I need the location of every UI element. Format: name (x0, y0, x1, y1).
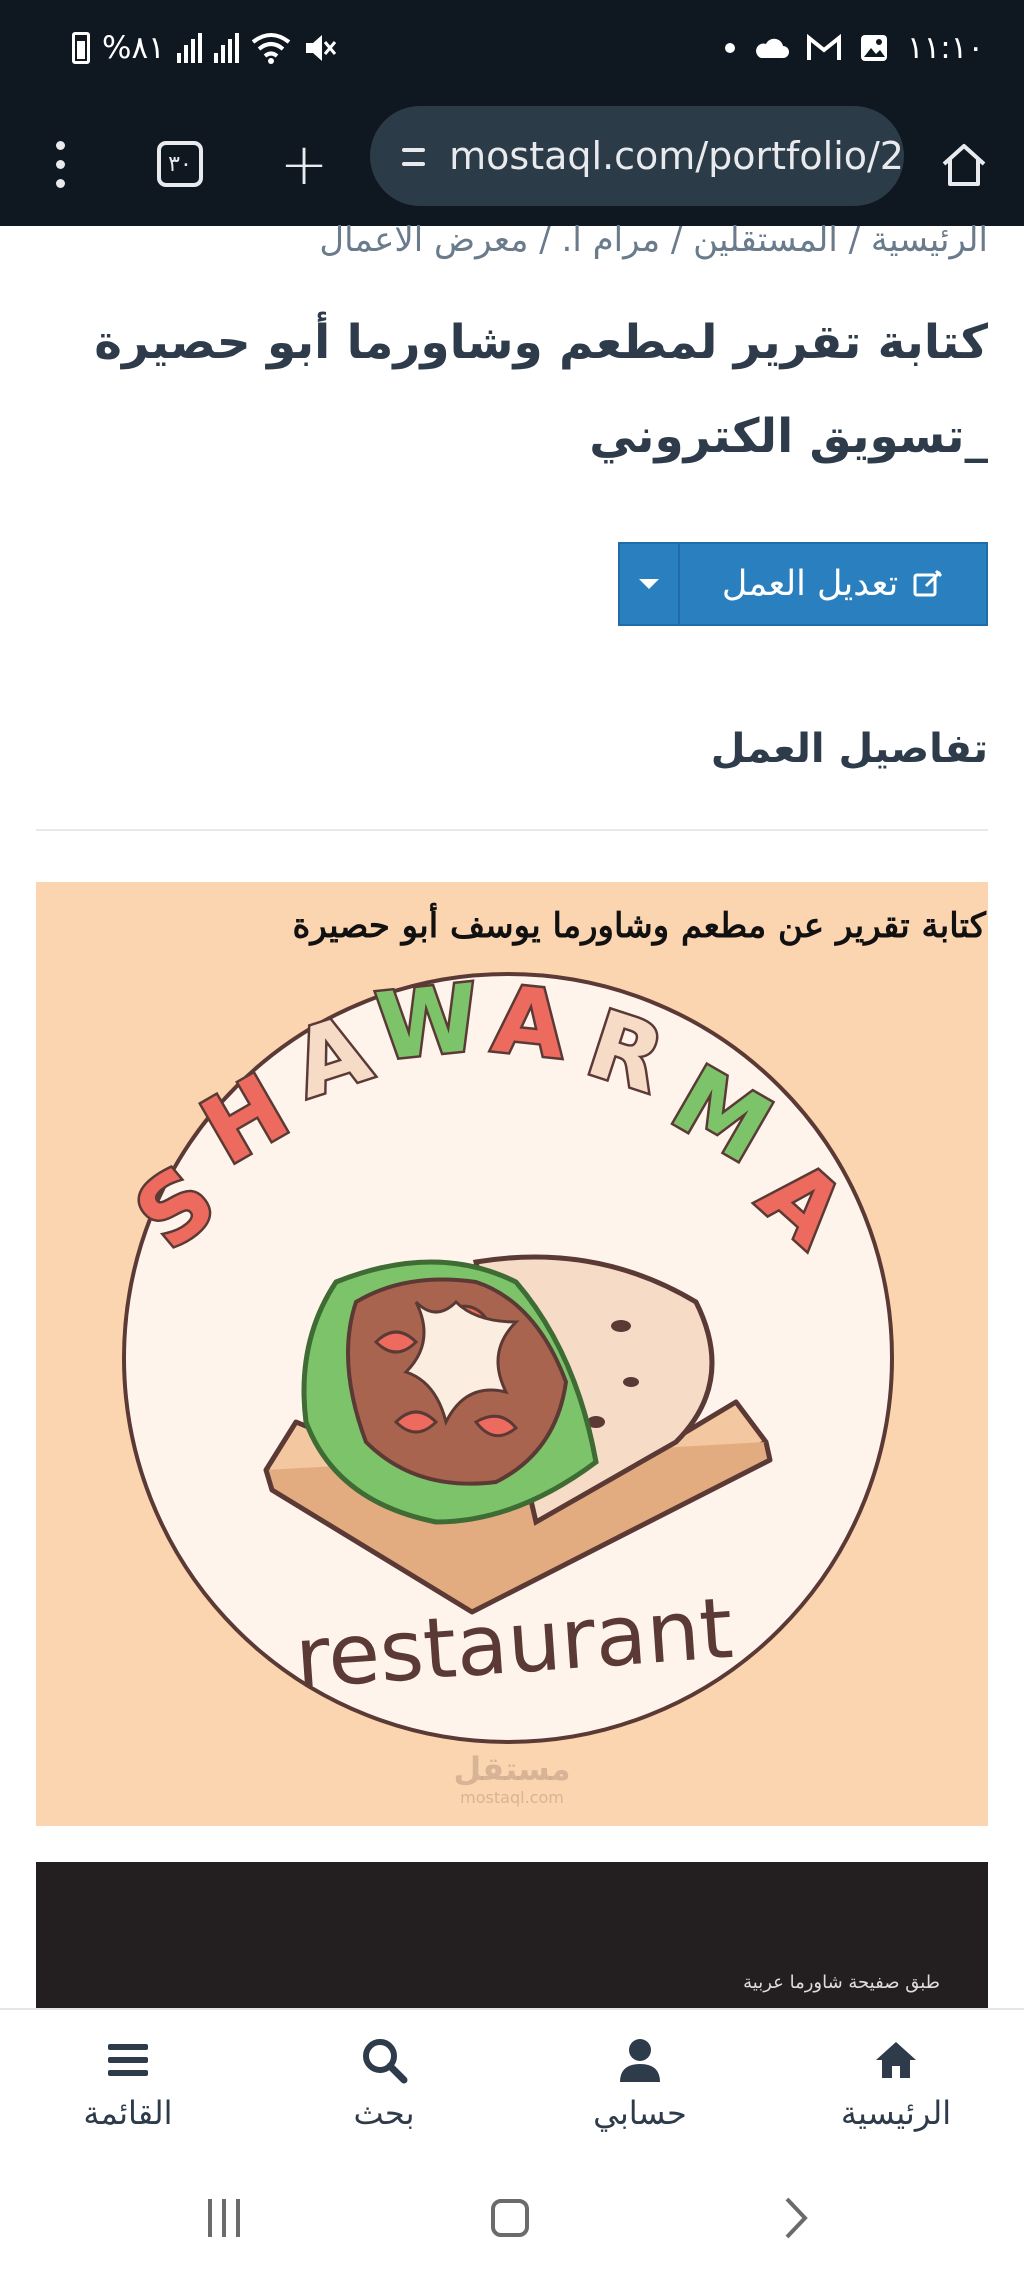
battery-icon (72, 32, 90, 64)
edit-dropdown-toggle[interactable] (620, 544, 680, 624)
tab-switcher-button[interactable]: ٣٠ (140, 124, 220, 204)
clock: ١١:١٠ (906, 30, 984, 66)
watermark-subtext: mostaql.com (460, 1788, 564, 1807)
nav-account[interactable]: حسابي (512, 2010, 768, 2158)
system-back-button[interactable] (766, 2188, 826, 2248)
browser-home-icon[interactable] (924, 124, 1004, 204)
browser-menu-icon[interactable] (20, 124, 100, 204)
divider (36, 829, 988, 831)
address-bar[interactable]: mostaql.com/portfolio/2 (370, 106, 904, 206)
recents-button[interactable] (194, 2188, 254, 2248)
nav-search-label: بحث (353, 2094, 415, 2132)
search-icon (363, 2039, 408, 2084)
svg-text:W: W (372, 964, 484, 1081)
back-chevron-icon (785, 2197, 808, 2239)
nav-home-label: الرئيسية (840, 2094, 952, 2132)
shawarma-logo: S H A W A R M A restaurant (113, 962, 894, 1744)
nav-menu[interactable]: القائمة (0, 2010, 256, 2158)
chevron-down-icon (639, 579, 659, 589)
status-left: %٨١ (72, 30, 337, 66)
system-navigation-bar (0, 2158, 1024, 2276)
cloud-icon (756, 38, 789, 58)
portfolio-image[interactable]: S H A W A R M A restaurant كتابة تقرير ع… (36, 882, 988, 1826)
mute-icon (305, 35, 336, 61)
user-icon (620, 2039, 660, 2082)
battery-percent: %٨١ (102, 30, 165, 66)
url-text: mostaql.com/portfolio/2 (449, 134, 904, 178)
menu-icon (108, 2044, 148, 2076)
signal-1-icon (176, 33, 202, 63)
breadcrumb[interactable]: الرئيسية / المستقلين / مرام ا. / معرض ال… (36, 220, 988, 260)
page-title: كتابة تقرير لمطعم وشاورما أبو حصيرة _تسو… (94, 315, 988, 464)
nav-home[interactable]: الرئيسية (768, 2010, 1024, 2158)
watermark-text: مستقل (453, 1750, 571, 1788)
notification-dot-icon (724, 43, 735, 53)
system-home-button[interactable] (480, 2188, 540, 2248)
bottom-navigation: الرئيسية حسابي بحث القائمة (0, 2008, 1024, 2158)
nav-menu-label: القائمة (83, 2094, 173, 2132)
status-bar: %٨١ ١١:١٠ (0, 0, 1024, 104)
home-icon (876, 2042, 916, 2078)
wifi-icon (251, 33, 291, 64)
edit-work-label: تعديل العمل (721, 564, 899, 604)
status-right: ١١:١٠ (724, 30, 984, 66)
device-top-area: %٨١ ١١:١٠ ٣٠ + mostaql.com/portfolio/2 (0, 0, 1024, 226)
nav-account-label: حسابي (593, 2094, 687, 2132)
gallery-icon (860, 35, 887, 61)
signal-2-icon (213, 33, 239, 63)
section-title: تفاصيل العمل (710, 726, 988, 772)
new-tab-icon[interactable]: + (264, 124, 344, 204)
gmail-icon (806, 34, 841, 60)
second-image-caption: طبق صفيحة شاورما عربية (743, 1972, 940, 1993)
tab-count: ٣٠ (157, 141, 203, 187)
edit-work-button[interactable]: تعديل العمل (680, 544, 986, 624)
svg-text:A: A (488, 966, 570, 1080)
nav-search[interactable]: بحث (256, 2010, 512, 2158)
site-settings-icon[interactable] (398, 136, 427, 176)
watermark-logo: مستقل mostaql.com (36, 1750, 988, 1807)
edit-work-button-group: تعديل العمل (618, 542, 988, 626)
edit-icon (913, 569, 943, 597)
artwork-caption: كتابة تقرير عن مطعم وشاورما يوسف أبو حصي… (292, 906, 987, 946)
